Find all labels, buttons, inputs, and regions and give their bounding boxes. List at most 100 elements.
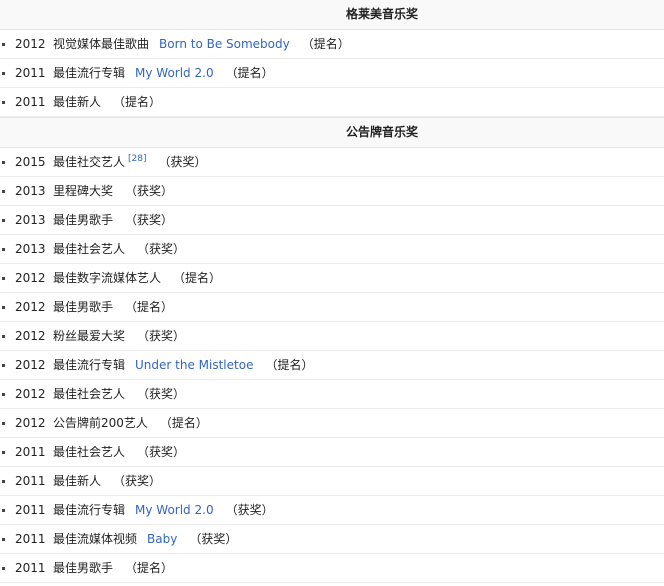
award-content: 最佳男歌手 （提名） xyxy=(53,293,173,321)
section-title: 格莱美音乐奖 xyxy=(345,7,418,21)
bullet-icon xyxy=(2,335,5,338)
award-result: （提名） xyxy=(265,358,314,372)
award-result: （获奖） xyxy=(137,242,186,256)
award-content: 最佳男歌手 （提名） xyxy=(53,554,173,582)
award-year: 2013 xyxy=(15,242,46,256)
award-result: （获奖） xyxy=(225,503,274,517)
award-name: 最佳流行专辑 xyxy=(53,358,126,372)
award-content: 最佳社会艺人 （获奖） xyxy=(53,235,185,263)
work-link[interactable]: My World 2.0 xyxy=(135,503,214,517)
award-name: 最佳流媒体视频 xyxy=(53,532,138,546)
bullet-icon xyxy=(2,277,5,280)
bullet-icon xyxy=(2,43,5,46)
bullet-icon xyxy=(2,451,5,454)
bullet-icon xyxy=(2,161,5,164)
award-result: （获奖） xyxy=(137,445,186,459)
award-content: 视觉媒体最佳歌曲 Born to Be Somebody （提名） xyxy=(53,30,350,58)
award-row: 2011 最佳社会艺人 （获奖） xyxy=(0,438,664,467)
bullet-icon xyxy=(2,538,5,541)
award-year: 2012 xyxy=(15,358,46,372)
section-header: 格莱美音乐奖 xyxy=(0,0,664,30)
bullet-icon xyxy=(2,306,5,309)
work-link[interactable]: Baby xyxy=(147,532,177,546)
award-name: 最佳男歌手 xyxy=(53,300,114,314)
award-year: 2012 xyxy=(15,416,46,430)
award-result: （获奖） xyxy=(189,532,238,546)
award-result: （获奖） xyxy=(158,155,207,169)
award-year: 2012 xyxy=(15,329,46,343)
bullet-icon xyxy=(2,422,5,425)
award-row: 2012 最佳男歌手 （提名） xyxy=(0,293,664,322)
work-link[interactable]: Born to Be Somebody xyxy=(159,37,290,51)
award-year: 2013 xyxy=(15,213,46,227)
award-year: 2012 xyxy=(15,271,46,285)
award-content: 最佳新人 （提名） xyxy=(53,88,161,116)
award-result: （获奖） xyxy=(125,213,174,227)
award-row: 2011 最佳新人 （获奖） xyxy=(0,467,664,496)
award-content: 最佳社会艺人 （获奖） xyxy=(53,438,185,466)
award-year: 2012 xyxy=(15,37,46,51)
award-name: 最佳社会艺人 xyxy=(53,242,126,256)
award-result: （提名） xyxy=(125,561,174,575)
awards-list: 格莱美音乐奖 2012 视觉媒体最佳歌曲 Born to Be Somebody （提名… xyxy=(0,0,664,583)
bullet-icon xyxy=(2,219,5,222)
award-row: 2011 最佳流行专辑 My World 2.0 （获奖） xyxy=(0,496,664,525)
award-name: 视觉媒体最佳歌曲 xyxy=(53,37,150,51)
award-result: （获奖） xyxy=(137,329,186,343)
award-row: 2012 视觉媒体最佳歌曲 Born to Be Somebody （提名） xyxy=(0,30,664,59)
award-content: 最佳社交艺人 [28] （获奖） xyxy=(53,148,207,176)
award-year: 2013 xyxy=(15,184,46,198)
award-year: 2012 xyxy=(15,300,46,314)
award-result: （获奖） xyxy=(137,387,186,401)
award-name: 最佳社会艺人 xyxy=(53,445,126,459)
award-row: 2011 最佳流行专辑 My World 2.0 （提名） xyxy=(0,59,664,88)
award-name: 最佳流行专辑 xyxy=(53,503,126,517)
award-row: 2013 最佳男歌手 （获奖） xyxy=(0,206,664,235)
award-row: 2012 最佳社会艺人 （获奖） xyxy=(0,380,664,409)
award-year: 2011 xyxy=(15,95,46,109)
award-result: （提名） xyxy=(113,95,162,109)
award-row: 2013 最佳社会艺人 （获奖） xyxy=(0,235,664,264)
award-name: 最佳社会艺人 xyxy=(53,387,126,401)
award-row: 2012 最佳流行专辑 Under the Mistletoe （提名） xyxy=(0,351,664,380)
award-name: 最佳男歌手 xyxy=(53,561,114,575)
award-name: 粉丝最爱大奖 xyxy=(53,329,126,343)
award-name: 最佳新人 xyxy=(53,95,102,109)
work-link[interactable]: My World 2.0 xyxy=(135,66,214,80)
award-year: 2015 xyxy=(15,155,46,169)
award-name: 最佳流行专辑 xyxy=(53,66,126,80)
reference-link[interactable]: [28] xyxy=(128,154,146,164)
award-content: 最佳男歌手 （获奖） xyxy=(53,206,173,234)
award-row: 2012 粉丝最爱大奖 （获奖） xyxy=(0,322,664,351)
award-result: （提名） xyxy=(159,416,208,430)
award-name: 最佳男歌手 xyxy=(53,213,114,227)
award-row: 2011 最佳男歌手 （提名） xyxy=(0,554,664,583)
award-result: （获奖） xyxy=(113,474,162,488)
award-year: 2011 xyxy=(15,532,46,546)
award-result: （提名） xyxy=(125,300,174,314)
section-title: 公告牌音乐奖 xyxy=(345,125,418,139)
award-row: 2012 最佳数字流媒体艺人 （提名） xyxy=(0,264,664,293)
award-result: （提名） xyxy=(225,66,274,80)
award-row: 2013 里程碑大奖 （获奖） xyxy=(0,177,664,206)
award-content: 最佳流行专辑 My World 2.0 （提名） xyxy=(53,59,274,87)
bullet-icon xyxy=(2,248,5,251)
award-content: 里程碑大奖 （获奖） xyxy=(53,177,173,205)
award-content: 最佳数字流媒体艺人 （提名） xyxy=(53,264,221,292)
award-name: 最佳数字流媒体艺人 xyxy=(53,271,162,285)
bullet-icon xyxy=(2,190,5,193)
work-link[interactable]: Under the Mistletoe xyxy=(135,358,253,372)
award-row: 2012 公告牌前200艺人 （提名） xyxy=(0,409,664,438)
award-result: （提名） xyxy=(173,271,222,285)
bullet-icon xyxy=(2,480,5,483)
award-year: 2011 xyxy=(15,503,46,517)
award-name: 公告牌前200艺人 xyxy=(53,416,148,430)
section-header: 公告牌音乐奖 xyxy=(0,117,664,148)
bullet-icon xyxy=(2,509,5,512)
bullet-icon xyxy=(2,72,5,75)
award-row: 2011 最佳流媒体视频 Baby （获奖） xyxy=(0,525,664,554)
award-year: 2012 xyxy=(15,387,46,401)
award-content: 最佳流行专辑 My World 2.0 （获奖） xyxy=(53,496,274,524)
award-row: 2015 最佳社交艺人 [28] （获奖） xyxy=(0,148,664,177)
award-content: 公告牌前200艺人 （提名） xyxy=(53,409,208,437)
